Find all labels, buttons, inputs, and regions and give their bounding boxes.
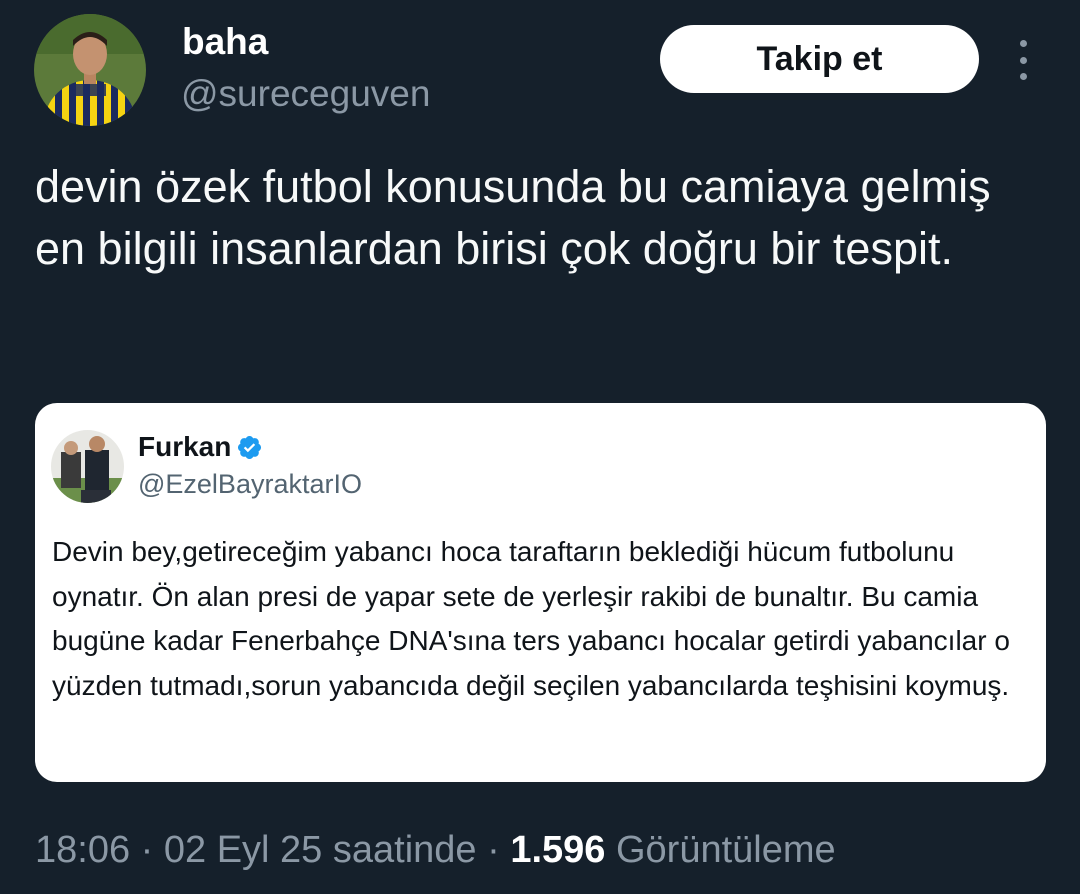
follow-button[interactable]: Takip et (660, 25, 979, 93)
author-handle[interactable]: @sureceguven (181, 72, 430, 116)
more-dot (1019, 40, 1027, 47)
meta-separator: · (130, 829, 164, 871)
tweet-meta: 18:06 · 02 Eyl 25 saatinde · 1.596 Görün… (35, 824, 836, 876)
views-label: Görüntüleme (615, 829, 836, 871)
quoted-tweet-text: Devin bey,getireceğim yabancı hoca taraf… (52, 536, 1010, 701)
author-display-name[interactable]: baha (182, 20, 268, 64)
more-vertical-icon[interactable] (1010, 40, 1036, 80)
verified-badge-icon (236, 434, 263, 461)
tweet-time[interactable]: 18:06 (35, 829, 130, 871)
profile-photo-icon (34, 14, 146, 126)
more-dot (1019, 56, 1027, 64)
quoted-author-avatar[interactable] (51, 430, 124, 503)
more-dot (1019, 73, 1027, 80)
quoted-tweet-card[interactable]: Furkan @EzelBayraktarIO Devin bey,getire… (35, 403, 1046, 782)
tweet-date[interactable]: 02 Eyl 25 saatinde (164, 829, 477, 871)
quoted-author-display-name[interactable]: Furkan (138, 429, 231, 465)
tweet-text: devin özek futbol konusunda bu camiaya g… (35, 161, 991, 274)
quoted-author-name-row[interactable]: Furkan (138, 429, 263, 465)
views-count: 1.596 (510, 829, 606, 871)
meta-separator: · (476, 829, 511, 871)
author-avatar[interactable] (34, 14, 146, 126)
quoted-author-handle[interactable]: @EzelBayraktarIO (138, 467, 362, 501)
profile-photo-icon (51, 430, 124, 503)
